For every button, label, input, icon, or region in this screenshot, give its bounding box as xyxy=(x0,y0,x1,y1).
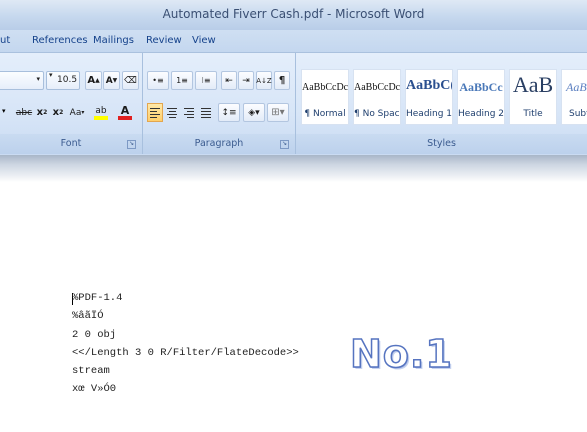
text-highlight-button[interactable]: ab xyxy=(90,103,112,122)
style-no-spacing[interactable]: AaBbCcDc ¶ No Spaci... xyxy=(353,69,401,125)
document-line[interactable]: stream xyxy=(72,365,110,377)
increase-indent-icon: ⇥ xyxy=(242,75,250,86)
style-name: Heading 2 xyxy=(458,109,505,119)
font-size-dropdown[interactable]: ▾ 10.5 xyxy=(46,71,80,90)
style-name: Title xyxy=(523,109,543,119)
document-line[interactable]: <</Length 3 0 R/Filter/FlateDecode>> xyxy=(72,347,299,359)
font-size-value: 10.5 xyxy=(57,75,78,85)
eraser-icon: ⌫ xyxy=(124,75,137,86)
style-name: Subti xyxy=(569,109,587,119)
tab-review[interactable]: Review xyxy=(146,35,182,46)
font-name-dropdown[interactable]: ▾ xyxy=(0,71,44,90)
grow-font-icon: A xyxy=(87,75,96,86)
document-line[interactable]: %âãÏÓ xyxy=(72,310,104,322)
style-sample: AaB xyxy=(512,72,554,97)
decrease-indent-icon: ⇤ xyxy=(225,75,233,86)
shrink-font-icon: A xyxy=(105,75,113,86)
font-color-button[interactable]: A xyxy=(114,103,136,122)
borders-button[interactable]: ⊞▾ xyxy=(267,103,289,122)
dialog-launcher-icon[interactable]: ↘ xyxy=(127,140,136,149)
highlight-color-swatch xyxy=(94,115,108,120)
multilevel-list-icon: ⁝≡ xyxy=(201,76,211,85)
superscript-button[interactable]: x2 xyxy=(50,103,66,122)
chevron-down-icon: ▾ xyxy=(36,75,40,83)
style-sample: AaBbCcDc xyxy=(302,82,349,93)
style-sample: AaBbCc xyxy=(459,80,503,94)
style-name: ¶ Normal xyxy=(304,109,346,119)
highlighter-icon: ab xyxy=(95,105,107,116)
show-formatting-button[interactable]: ¶ xyxy=(274,71,290,90)
align-right-button[interactable] xyxy=(181,103,197,122)
font-color-icon: A xyxy=(120,104,130,117)
ribbon-shadow xyxy=(0,155,587,182)
sort-icon: A↓Z xyxy=(256,76,272,85)
window-title: Automated Fiverr Cash.pdf - Microsoft Wo… xyxy=(162,7,425,21)
line-spacing-icon: ↕≡ xyxy=(221,107,237,118)
align-left-button[interactable] xyxy=(147,103,163,122)
style-heading-1[interactable]: AaBbC( Heading 1 xyxy=(405,69,453,125)
style-subtitle[interactable]: AaBb Subti xyxy=(561,69,587,125)
style-heading-2[interactable]: AaBbCc Heading 2 xyxy=(457,69,505,125)
pilcrow-icon: ¶ xyxy=(278,75,286,86)
bullets-button[interactable]: •≡ xyxy=(147,71,169,90)
justify-icon xyxy=(201,107,211,118)
increase-indent-button[interactable]: ⇥ xyxy=(238,71,254,90)
style-sample: AaBb xyxy=(566,80,587,94)
title-bar: Automated Fiverr Cash.pdf - Microsoft Wo… xyxy=(0,0,587,31)
chevron-down-icon: ▾ xyxy=(49,71,53,79)
paint-bucket-icon: ◈▾ xyxy=(248,107,260,118)
tab-layout[interactable]: ut xyxy=(0,35,10,46)
line-spacing-button[interactable]: ↕≡ xyxy=(218,103,240,122)
styles-group: AaBbCcDc ¶ Normal AaBbCcDc ¶ No Spaci...… xyxy=(296,53,587,154)
document-line[interactable]: %PDF-1.4 xyxy=(72,292,122,304)
style-sample: AaBbCcDc xyxy=(354,82,401,93)
justify-button[interactable] xyxy=(198,103,214,122)
align-left-icon xyxy=(150,107,160,118)
tab-mailings[interactable]: Mailings xyxy=(93,35,134,46)
numbering-button[interactable]: 1≡ xyxy=(171,71,193,90)
bullets-icon: •≡ xyxy=(152,76,164,85)
paragraph-group: •≡ 1≡ ⁝≡ ⇤ ⇥ A↓Z ¶ ↕≡ ◈▾ ⊞▾ Paragraph ↘ xyxy=(143,53,296,154)
change-case-icon: Aa xyxy=(69,107,82,118)
align-center-button[interactable] xyxy=(164,103,180,122)
decrease-indent-button[interactable]: ⇤ xyxy=(221,71,237,90)
sort-button[interactable]: A↓Z xyxy=(256,71,272,90)
align-right-icon xyxy=(184,107,194,118)
ribbon-tabs: ut References Mailings Review View xyxy=(0,30,587,52)
strikethrough-icon: abc xyxy=(15,107,33,118)
tab-references[interactable]: References xyxy=(32,35,88,46)
shading-button[interactable]: ◈▾ xyxy=(243,103,265,122)
style-name: Heading 1 xyxy=(406,109,453,119)
document-line[interactable]: xœ V»Ó0 xyxy=(72,383,116,395)
styles-group-label: Styles xyxy=(427,138,456,149)
style-title[interactable]: AaB Title xyxy=(509,69,557,125)
grow-font-button[interactable]: A ▲ xyxy=(85,71,102,90)
clear-formatting-button[interactable]: ⌫ xyxy=(122,71,139,90)
style-normal[interactable]: AaBbCcDc ¶ Normal xyxy=(301,69,349,125)
strikethrough-button[interactable]: abc xyxy=(14,103,34,122)
document-line[interactable]: 2 0 obj xyxy=(72,329,116,341)
shrink-font-button[interactable]: A ▼ xyxy=(103,71,120,90)
style-sample: AaBbC( xyxy=(406,78,453,93)
font-group: ▾ ▾ 10.5 A ▲ A ▼ ⌫ ▾ abc x2 x2 Aa ▾ ab A… xyxy=(0,53,143,154)
tab-view[interactable]: View xyxy=(192,35,216,46)
style-name: ¶ No Spaci... xyxy=(354,109,400,119)
change-case-button[interactable]: Aa ▾ xyxy=(67,103,87,122)
multilevel-list-button[interactable]: ⁝≡ xyxy=(195,71,217,90)
borders-icon: ⊞▾ xyxy=(271,107,285,118)
paragraph-group-label: Paragraph xyxy=(194,138,244,149)
dialog-launcher-icon[interactable]: ↘ xyxy=(280,140,289,149)
numbering-icon: 1≡ xyxy=(176,76,188,85)
align-center-icon xyxy=(167,107,177,118)
chevron-down-icon: ▾ xyxy=(2,108,6,115)
subscript-button[interactable]: x2 xyxy=(34,103,50,122)
font-group-label: Font xyxy=(60,138,82,149)
font-color-swatch xyxy=(118,116,132,120)
overlay-number-label: No.1 xyxy=(349,331,453,377)
ribbon: ▾ ▾ 10.5 A ▲ A ▼ ⌫ ▾ abc x2 x2 Aa ▾ ab A… xyxy=(0,52,587,156)
